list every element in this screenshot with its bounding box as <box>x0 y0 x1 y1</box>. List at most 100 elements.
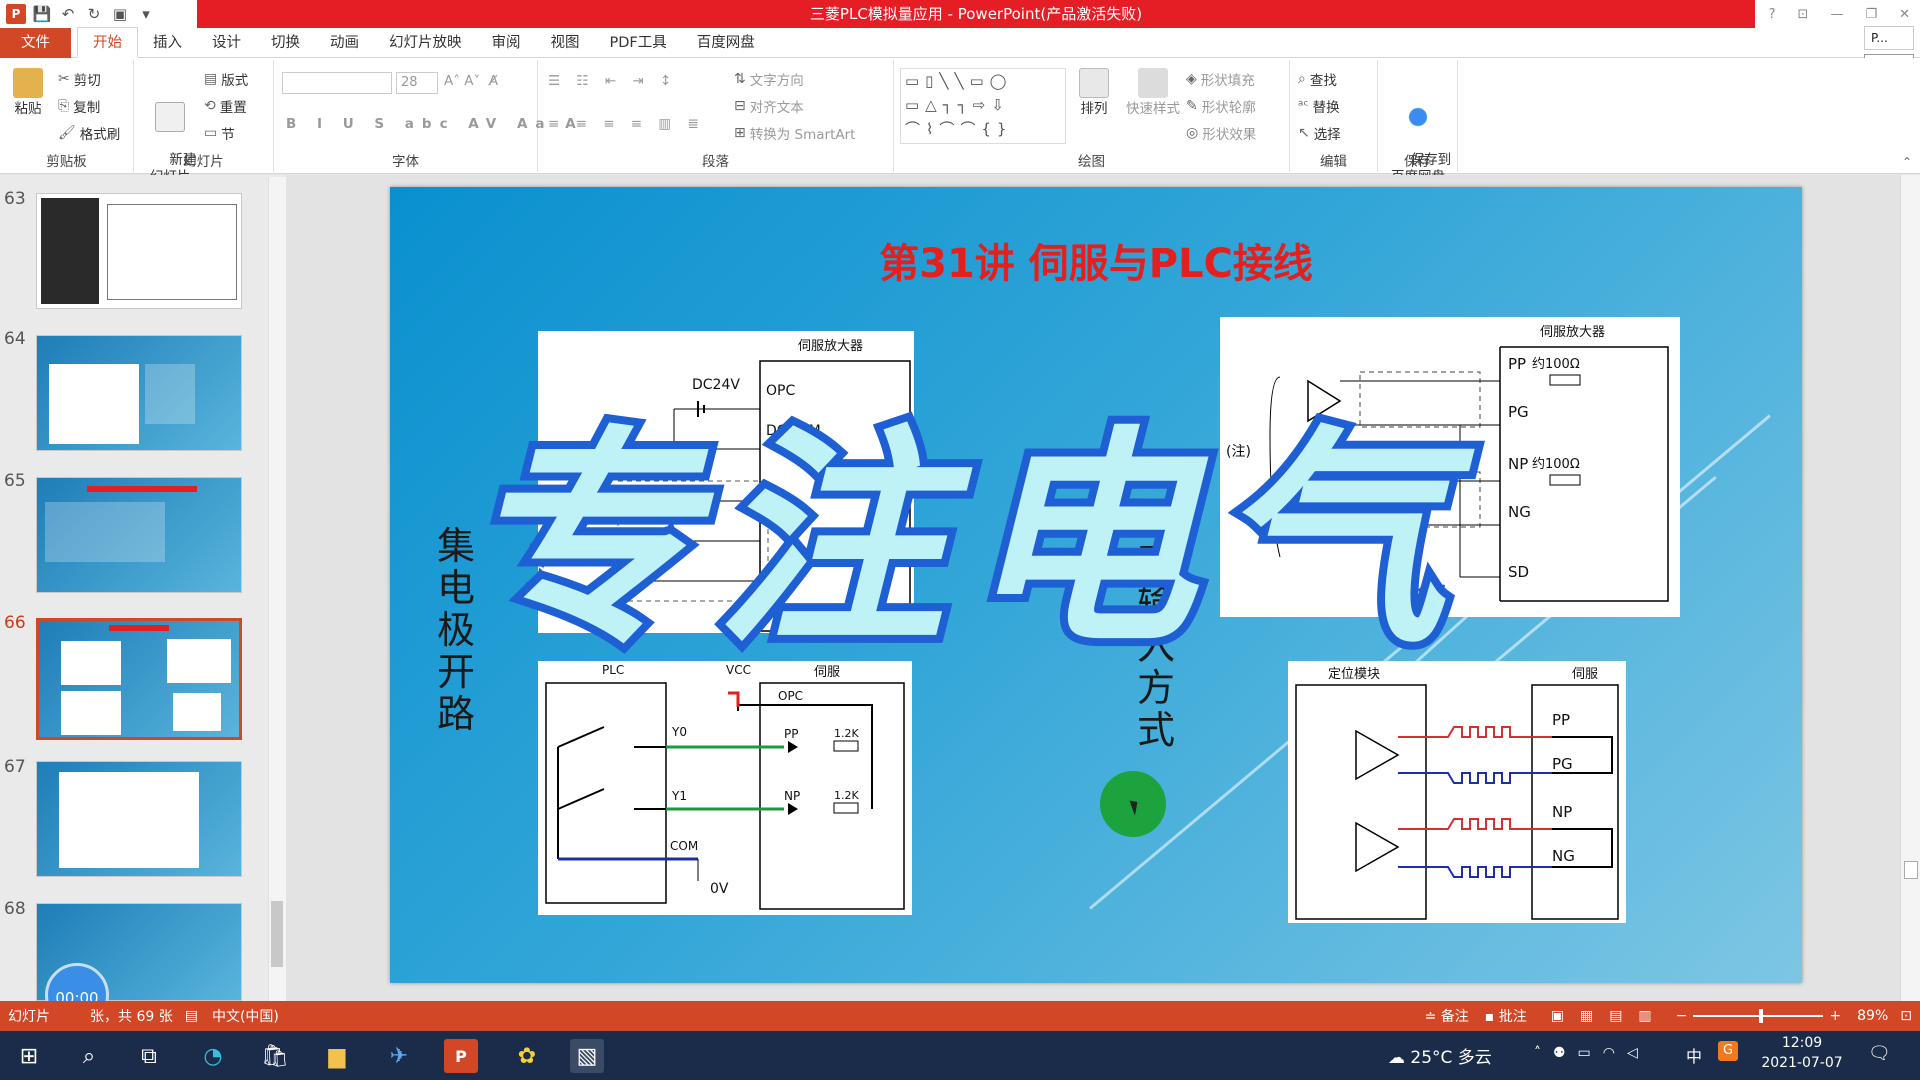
collapse-ribbon-icon[interactable]: ⌃ <box>1902 155 1912 169</box>
dc24v-label: DC24V <box>692 377 740 393</box>
cut-button[interactable]: ✂ 剪切 <box>58 69 101 89</box>
format-painter-button[interactable]: 🖌 格式刷 <box>58 123 120 143</box>
powerpoint-taskbar-icon[interactable]: P <box>444 1039 478 1073</box>
powerpoint-logo-icon: P <box>6 4 26 24</box>
task-view-icon[interactable]: ⧉ <box>132 1039 166 1073</box>
np-label: NP <box>784 789 801 803</box>
save-icon[interactable]: 💾 <box>32 4 52 24</box>
find-button[interactable]: ⌕ 查找 <box>1298 69 1337 89</box>
shapes-gallery[interactable]: ▭▯╲╲▭◯ ▭△┐┐⇨⇩ ⌒⌇⌒⌒{} <box>900 68 1066 144</box>
restore-icon[interactable]: ❐ <box>1865 7 1877 22</box>
diagram-differential-top[interactable]: 伺服放大器 PP 约100Ω PG NP 约100Ω NG SD (注) <box>1220 317 1680 617</box>
zoom-level[interactable]: 89% <box>1857 1008 1888 1024</box>
customize-qat-icon[interactable]: ▾ <box>136 4 156 24</box>
pp-label: PP <box>1508 355 1527 373</box>
slide-thumbnail-64[interactable] <box>36 335 242 451</box>
media-app-icon[interactable]: ✿ <box>510 1039 544 1073</box>
file-explorer-icon[interactable]: ▆ <box>320 1039 354 1073</box>
shape-effects-button[interactable]: ◎ 形状效果 <box>1186 123 1256 143</box>
language-indicator[interactable]: 中文(中国) <box>212 1006 279 1026</box>
slide-title[interactable]: 第31讲 伺服与PLC接线 <box>390 231 1802 289</box>
layout-button[interactable]: ▤ 版式 <box>204 69 248 89</box>
copy-button[interactable]: ⎘ 复制 <box>58 96 100 116</box>
wiring-svg <box>1269 346 1669 602</box>
zoom-slider-thumb[interactable] <box>1759 1009 1764 1023</box>
slide-scrollbar[interactable] <box>1900 175 1920 1001</box>
search-icon[interactable]: ⌕ <box>72 1039 106 1073</box>
notification-icon[interactable]: 🗨 <box>1868 1043 1891 1064</box>
notes-button[interactable]: ≐ 备注 <box>1425 1006 1469 1026</box>
recorder-app-icon[interactable]: ▧ <box>570 1039 604 1073</box>
slide-thumbnail-65[interactable] <box>36 477 242 593</box>
slide-canvas[interactable]: 第31讲 伺服与PLC接线 伺服放大器 DC24V OPC DOCOM 伺服放大… <box>390 187 1802 983</box>
comments-button[interactable]: ▪ 批注 <box>1485 1006 1527 1026</box>
positioning-module-label: 定位模块 <box>1328 667 1381 682</box>
diagram-open-collector-top[interactable]: 伺服放大器 DC24V OPC DOCOM <box>538 331 914 633</box>
smartart-button[interactable]: ⊞ 转换为 SmartArt <box>734 123 855 143</box>
zoom-in-icon[interactable]: + <box>1829 1008 1841 1024</box>
tab-pdf-tools[interactable]: PDF工具 <box>595 28 682 58</box>
slide-thumbnail-66[interactable] <box>36 618 242 740</box>
clock[interactable]: 12:09 2021-07-07 <box>1752 1035 1852 1071</box>
align-buttons[interactable]: ≡ ≡ ≡ ≡ ▥ ≣ <box>548 116 705 132</box>
slide-thumbnail-63[interactable] <box>36 193 242 309</box>
redo-icon[interactable]: ↻ <box>84 4 104 24</box>
slide-thumbnail-67[interactable] <box>36 761 242 877</box>
minimize-icon[interactable]: — <box>1830 7 1843 22</box>
store-icon[interactable]: 🛍 <box>258 1039 292 1073</box>
tab-view[interactable]: 视图 <box>536 28 595 58</box>
arrange-icon <box>1079 68 1109 98</box>
mail-app-icon[interactable]: ✈ <box>382 1039 416 1073</box>
drawing-label: 绘图 <box>1078 154 1105 170</box>
account-box[interactable]: P... <box>1864 26 1914 50</box>
diagram-open-collector-bottom[interactable]: PLC VCC 伺服 OPC Y0 Y1 PP NP 1.2K 1.2K COM… <box>538 661 912 915</box>
paste-button[interactable]: 粘贴 <box>6 68 50 118</box>
spellcheck-icon[interactable]: ▤ <box>185 1008 198 1024</box>
tab-slideshow[interactable]: 幻灯片放映 <box>374 28 477 58</box>
ime-indicator[interactable]: 中 <box>1686 1043 1702 1067</box>
section-button[interactable]: ▭ 节 <box>204 123 235 143</box>
open-collector-label[interactable]: 集电极开路 <box>434 525 478 735</box>
tab-file[interactable]: 文件 <box>0 27 71 58</box>
shape-outline-button[interactable]: ✎ 形状轮廓 <box>1186 96 1256 116</box>
close-icon[interactable]: ✕ <box>1899 7 1910 22</box>
view-buttons[interactable]: ▣▦▤▥ <box>1551 1008 1668 1024</box>
thumbnail-scrollbar[interactable] <box>268 177 286 1001</box>
text-direction-button[interactable]: ⇅ 文字方向 <box>734 69 804 89</box>
tab-animations[interactable]: 动画 <box>315 28 374 58</box>
zoom-out-icon[interactable]: − <box>1676 1008 1688 1024</box>
tab-transitions[interactable]: 切换 <box>256 28 315 58</box>
list-buttons[interactable]: ☰ ☷ ⇤ ⇥ ↕ <box>548 73 677 89</box>
scroll-thumb[interactable] <box>1904 861 1918 879</box>
tray-icons[interactable]: ˄⚉▭◠◁ <box>1534 1045 1650 1061</box>
slideshow-start-icon[interactable]: ▣ <box>110 4 130 24</box>
reset-button[interactable]: ⟲ 重置 <box>204 96 247 116</box>
differential-input-label[interactable]: 动输入方式 <box>1134 541 1178 751</box>
fit-slide-icon[interactable]: ⊡ <box>1900 1008 1912 1024</box>
sogou-icon[interactable]: G <box>1718 1041 1738 1061</box>
ribbon-display-icon[interactable]: ⊡ <box>1798 7 1809 22</box>
shape-fill-button[interactable]: ◈ 形状填充 <box>1186 69 1255 89</box>
tab-baidu-netdisk[interactable]: 百度网盘 <box>682 28 770 58</box>
tab-review[interactable]: 审阅 <box>477 28 536 58</box>
font-size-box[interactable]: 28 <box>396 72 438 94</box>
quick-styles-button[interactable]: 快速样式 <box>1122 68 1184 118</box>
diagram-differential-bottom[interactable]: 定位模块 伺服 PP PG NP NG <box>1288 661 1626 923</box>
windows-start-icon[interactable]: ⊞ <box>12 1039 46 1073</box>
undo-icon[interactable]: ↶ <box>58 4 78 24</box>
tab-insert[interactable]: 插入 <box>138 28 197 58</box>
align-text-button[interactable]: ⊟ 对齐文本 <box>734 96 804 116</box>
weather-widget[interactable]: ☁ 25°C 多云 <box>1388 1043 1492 1068</box>
tab-home[interactable]: 开始 <box>77 27 138 58</box>
zoom-slider[interactable] <box>1693 1009 1824 1023</box>
font-size-controls[interactable]: A˄ A˅ A̸ <box>444 73 498 89</box>
plc-label: PLC <box>602 663 625 677</box>
help-icon[interactable]: ? <box>1769 7 1776 22</box>
font-name-box[interactable] <box>282 72 392 94</box>
replace-button[interactable]: ᵃᶜ 替换 <box>1298 96 1340 116</box>
arrange-button[interactable]: 排列 <box>1072 68 1116 118</box>
select-button[interactable]: ↖ 选择 <box>1298 123 1341 143</box>
tab-design[interactable]: 设计 <box>197 28 256 58</box>
edge-icon[interactable]: ◔ <box>196 1039 230 1073</box>
scroll-thumb[interactable] <box>271 901 283 967</box>
